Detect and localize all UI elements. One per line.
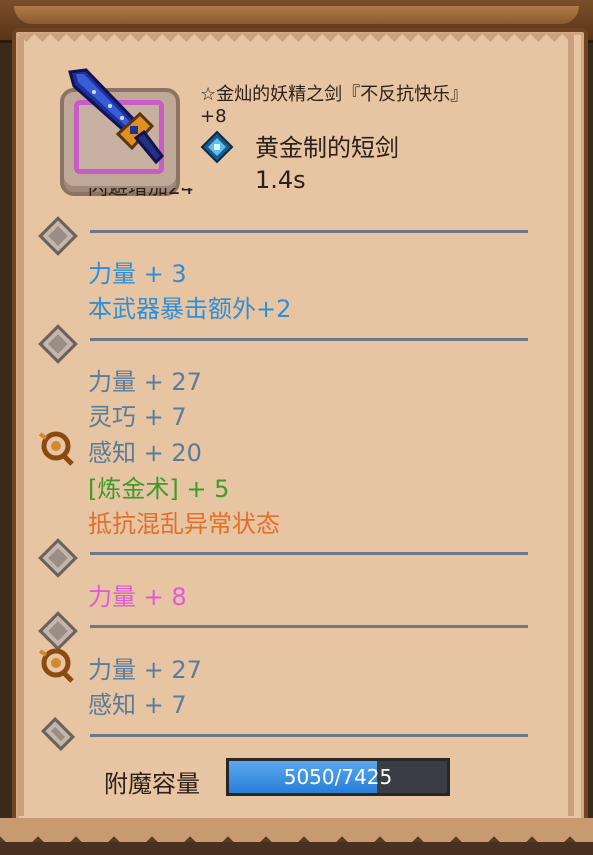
stat-line: 感知 + 20 xyxy=(88,439,202,467)
panel-border-right xyxy=(568,36,574,816)
stat-line: 灵巧 + 7 xyxy=(88,403,187,431)
enchant-capacity-value: 5050/7425 xyxy=(283,765,393,789)
stat-line: 力量 + 27 xyxy=(88,656,202,684)
stat-line: 力量 + 27 xyxy=(88,368,202,396)
stat-line: 本武器暴击额外+2 xyxy=(88,295,292,323)
item-type: 黄金制的短剑 xyxy=(255,134,399,162)
stat-line: [炼金术] + 5 xyxy=(88,475,230,503)
item-enhance-level: +8 xyxy=(200,106,227,127)
rune-swirl-icon xyxy=(38,648,74,683)
enchant-capacity-bar: 5050/7425 xyxy=(226,758,450,796)
attack-speed: 1.4s xyxy=(255,166,306,194)
section-divider xyxy=(90,230,528,233)
bottom-strip xyxy=(0,842,593,855)
scrolled-stat-line: 闪避增加24 xyxy=(88,188,228,200)
stat-line: 力量 + 3 xyxy=(88,260,187,288)
sword-icon xyxy=(68,68,164,165)
enchant-capacity-label: 附魔容量 xyxy=(104,770,200,798)
section-divider xyxy=(90,338,528,341)
section-divider xyxy=(90,734,528,737)
stat-line: 感知 + 7 xyxy=(88,691,187,719)
panel-border-left xyxy=(18,36,24,816)
section-divider xyxy=(90,625,528,628)
blue-gem-icon xyxy=(200,130,234,164)
item-name: ☆金灿的妖精之剑『不反抗快乐』 xyxy=(200,84,469,105)
panel-trim-top xyxy=(18,34,574,50)
rune-swirl-icon xyxy=(38,431,74,466)
stat-line: 力量 + 8 xyxy=(88,583,187,611)
section-divider xyxy=(90,552,528,555)
stat-line: 抵抗混乱异常状态 xyxy=(88,510,280,538)
